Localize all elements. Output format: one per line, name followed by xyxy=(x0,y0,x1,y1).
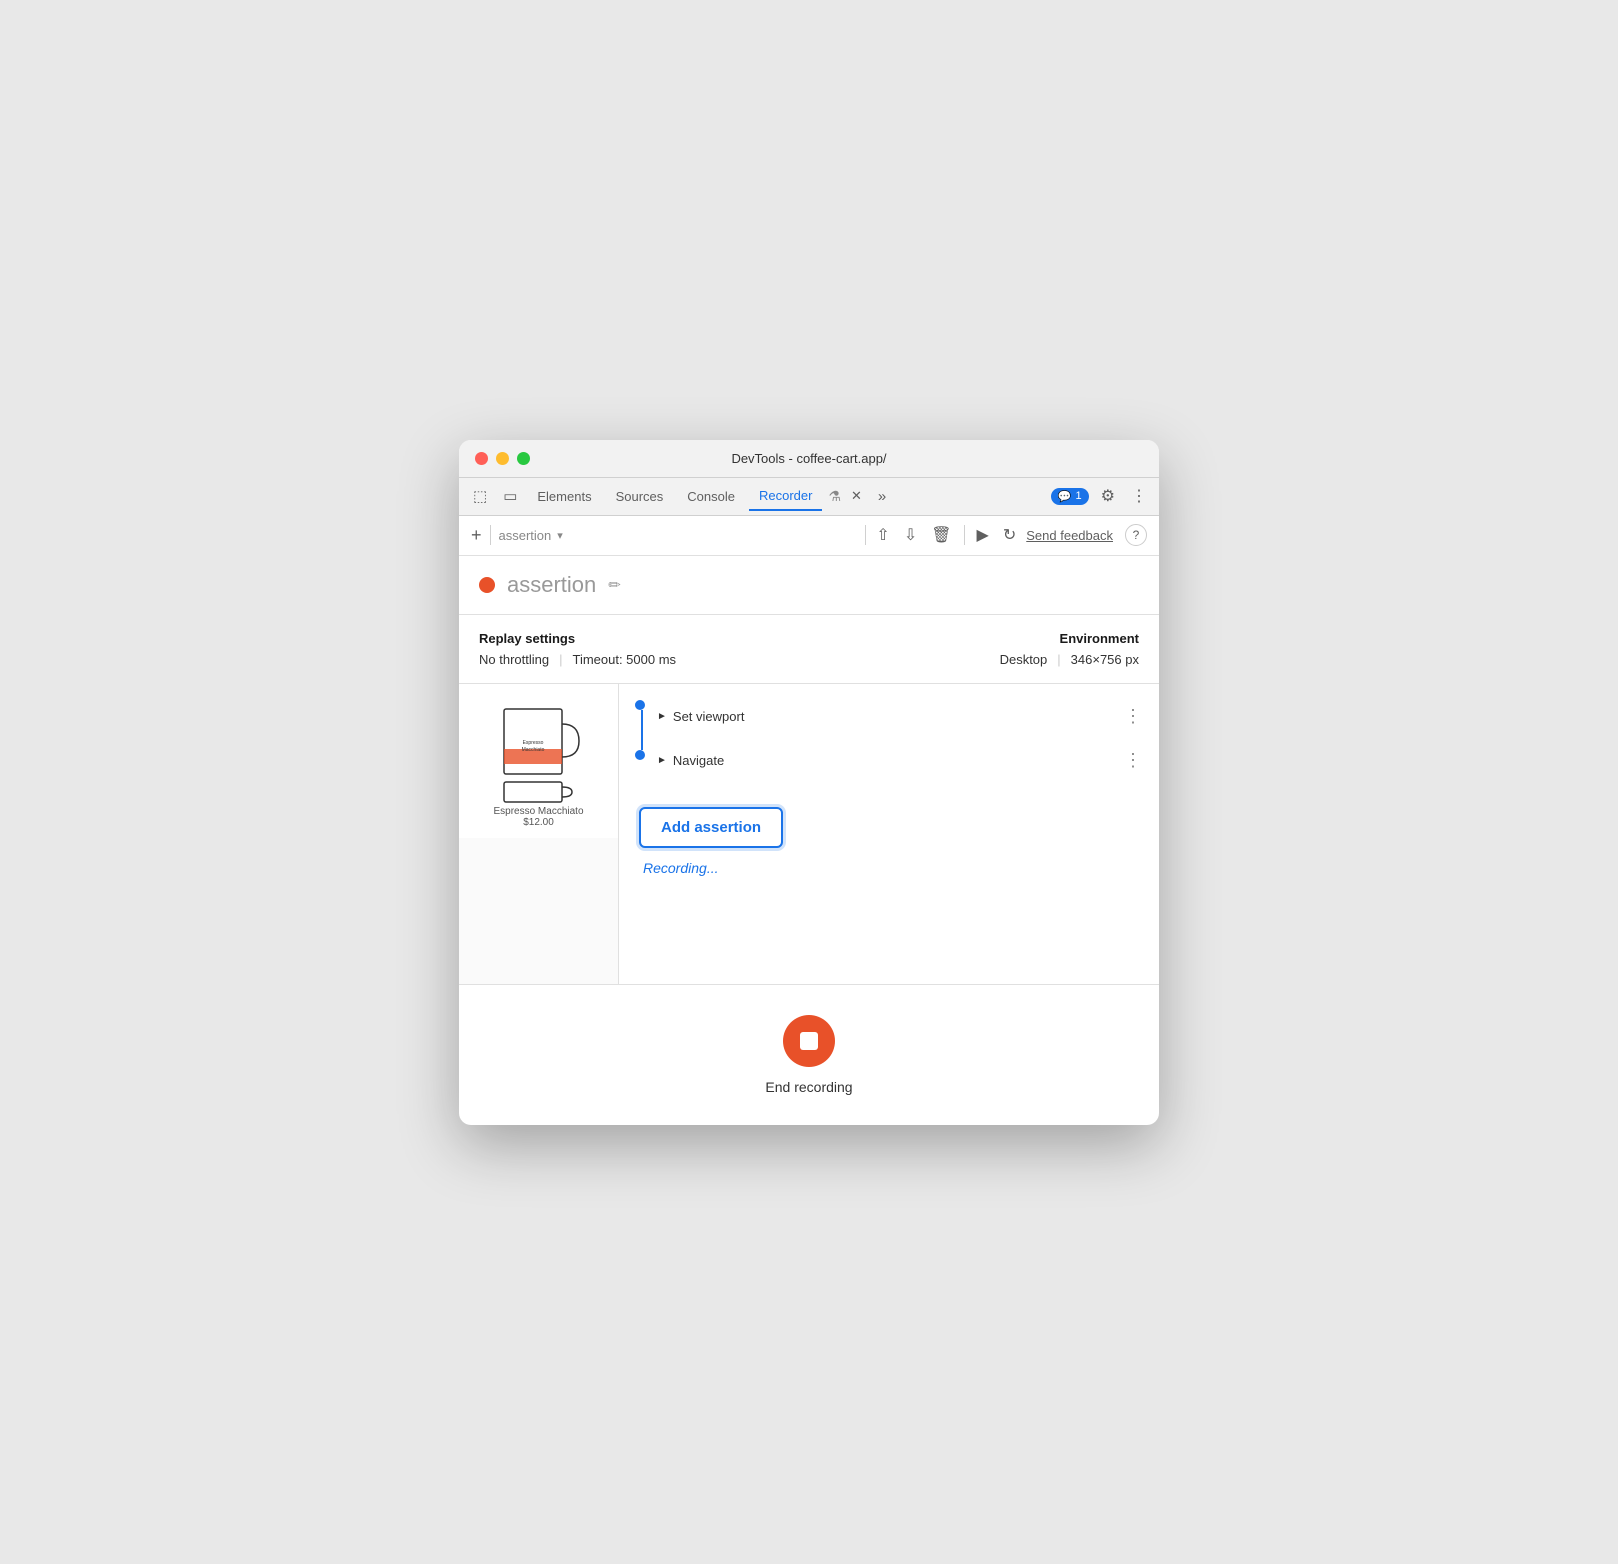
minimize-button[interactable] xyxy=(496,452,509,465)
more-tabs-btn[interactable]: » xyxy=(872,484,892,509)
steps-preview-panel: Espresso Macchiato Espresso Macchiato $1… xyxy=(459,684,619,984)
step-1-content[interactable]: ► Set viewport ⋮ xyxy=(657,700,1143,750)
recording-name-text: assertion xyxy=(499,528,552,543)
edit-title-icon[interactable]: ✏ xyxy=(608,576,621,594)
device-icon-btn[interactable]: ▭ xyxy=(497,483,523,509)
stop-icon xyxy=(800,1032,818,1050)
replay-settings-label: Replay settings xyxy=(479,631,1000,646)
step-2-more-btn[interactable]: ⋮ xyxy=(1124,750,1143,771)
tabs-bar: ⬚ ▭ Elements Sources Console Recorder ⚗ … xyxy=(459,478,1159,516)
step-2-text: Navigate xyxy=(673,753,724,768)
step-2-bullet xyxy=(635,750,645,760)
recording-title-row: assertion ✏ xyxy=(459,556,1159,615)
help-btn[interactable]: ? xyxy=(1125,524,1147,546)
settings-btn[interactable]: ⚙ xyxy=(1097,482,1119,510)
toolbar-divider-2 xyxy=(865,525,866,545)
resolution-value[interactable]: 346×756 px xyxy=(1071,652,1139,667)
recorder-experiment-icon: ⚗ xyxy=(828,488,841,505)
throttling-value[interactable]: No throttling xyxy=(479,652,549,667)
step-1-more-btn[interactable]: ⋮ xyxy=(1124,706,1143,727)
recording-title: assertion xyxy=(507,572,596,598)
step-2-timeline xyxy=(635,750,645,787)
toolbar-divider-3 xyxy=(964,525,965,545)
maximize-button[interactable] xyxy=(517,452,530,465)
tab-console[interactable]: Console xyxy=(677,483,745,510)
recording-dot xyxy=(479,577,495,593)
tab-recorder[interactable]: Recorder xyxy=(749,482,822,511)
add-assertion-area: Add assertion Recording... xyxy=(619,787,1159,886)
replay-settings: Replay settings No throttling | Timeout:… xyxy=(479,631,1000,667)
step-2-label: ► Navigate xyxy=(657,753,1124,768)
step-replay-btn[interactable]: ↻ xyxy=(1001,523,1018,547)
import-btn[interactable]: ⇩ xyxy=(902,523,919,547)
end-recording-label: End recording xyxy=(765,1079,852,1095)
traffic-lights xyxy=(475,452,530,465)
window-title: DevTools - coffee-cart.app/ xyxy=(731,451,886,466)
environment-label: Environment xyxy=(1000,631,1139,646)
coffee-preview-svg: Espresso Macchiato xyxy=(494,694,584,804)
environment-settings: Environment Desktop | 346×756 px xyxy=(1000,631,1139,667)
step-1-bullet xyxy=(635,700,645,710)
stop-recording-btn[interactable] xyxy=(783,1015,835,1067)
replay-settings-values: No throttling | Timeout: 5000 ms xyxy=(479,652,1000,667)
step-1-expand-icon: ► xyxy=(657,711,667,722)
chat-count: 1 xyxy=(1076,490,1082,502)
toolbar: + assertion ▾ ⇧ ⇩ 🗑 ▶ ↻ Send feedback ? xyxy=(459,516,1159,556)
toolbar-divider-1 xyxy=(490,525,491,545)
add-assertion-btn[interactable]: Add assertion xyxy=(639,807,783,848)
settings-separator: | xyxy=(559,652,562,667)
tab-elements[interactable]: Elements xyxy=(527,483,601,510)
step-1-text: Set viewport xyxy=(673,709,745,724)
recording-name-selector[interactable]: assertion ▾ xyxy=(499,528,858,543)
environment-values: Desktop | 346×756 px xyxy=(1000,652,1139,667)
step-2-expand-icon: ► xyxy=(657,755,667,766)
close-recorder-tab-btn[interactable]: ✕ xyxy=(845,484,868,508)
svg-text:Espresso: Espresso xyxy=(522,740,543,746)
chat-badge[interactable]: 💬 1 xyxy=(1051,488,1089,505)
preview-caption-2: $12.00 xyxy=(523,817,554,828)
svg-text:Macchiato: Macchiato xyxy=(521,747,544,753)
devtools-window: DevTools - coffee-cart.app/ ⬚ ▭ Elements… xyxy=(459,440,1159,1125)
step-2-row: ► Navigate ⋮ xyxy=(619,750,1159,787)
steps-list: ► Set viewport ⋮ ► Navigate ⋮ xyxy=(619,684,1159,984)
device-value[interactable]: Desktop xyxy=(1000,652,1048,667)
step-1-timeline xyxy=(635,700,645,750)
end-recording-area: End recording xyxy=(459,984,1159,1125)
preview-caption-1: Espresso Macchiato xyxy=(493,806,583,817)
env-separator: | xyxy=(1057,652,1060,667)
export-btn[interactable]: ⇧ xyxy=(874,523,891,547)
toolbar-icons: ⇧ ⇩ 🗑 ▶ ↻ xyxy=(874,523,1018,547)
more-options-btn[interactable]: ⋮ xyxy=(1127,482,1151,510)
title-bar: DevTools - coffee-cart.app/ xyxy=(459,440,1159,478)
recording-status-text: Recording... xyxy=(639,860,718,876)
chat-icon: 💬 xyxy=(1058,490,1072,503)
add-recording-btn[interactable]: + xyxy=(471,526,482,544)
dropdown-arrow-icon: ▾ xyxy=(557,529,563,542)
delete-btn[interactable]: 🗑 xyxy=(929,523,953,547)
replay-btn[interactable]: ▶ xyxy=(975,523,991,547)
steps-area: Espresso Macchiato Espresso Macchiato $1… xyxy=(459,684,1159,984)
tab-sources[interactable]: Sources xyxy=(606,483,674,510)
step-1-row: ► Set viewport ⋮ xyxy=(619,684,1159,750)
settings-row: Replay settings No throttling | Timeout:… xyxy=(459,615,1159,684)
preview-image: Espresso Macchiato Espresso Macchiato $1… xyxy=(459,684,618,838)
toolbar-right: Send feedback ? xyxy=(1026,524,1147,546)
send-feedback-btn[interactable]: Send feedback xyxy=(1026,528,1113,543)
close-button[interactable] xyxy=(475,452,488,465)
inspector-icon-btn[interactable]: ⬚ xyxy=(467,483,493,509)
tabs-right: 💬 1 ⚙ ⋮ xyxy=(1051,482,1151,510)
step-1-label: ► Set viewport xyxy=(657,709,1124,724)
step-2-content[interactable]: ► Navigate ⋮ xyxy=(657,750,1143,787)
step-1-connector xyxy=(641,710,643,750)
timeout-value[interactable]: Timeout: 5000 ms xyxy=(572,652,676,667)
